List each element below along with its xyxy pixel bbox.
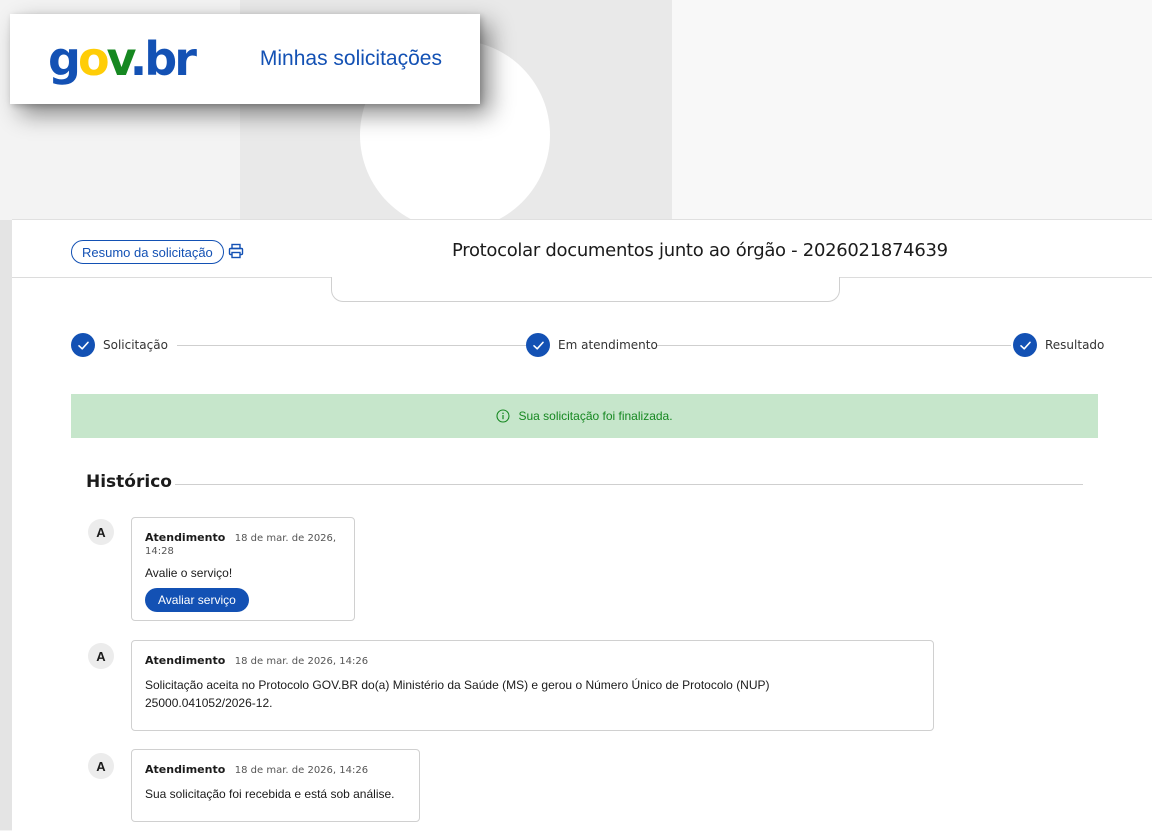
avatar: A xyxy=(88,643,114,669)
check-icon xyxy=(1013,333,1037,357)
history-divider xyxy=(175,484,1083,485)
request-topbar: Resumo da solicitação Protocolar documen… xyxy=(12,220,1152,278)
progress-stepper: Solicitação Em atendimento Resultado xyxy=(71,333,1104,359)
info-icon xyxy=(496,409,511,423)
main-content: Resumo da solicitação Protocolar documen… xyxy=(12,219,1152,831)
success-alert: Sua solicitação foi finalizada. xyxy=(71,394,1098,438)
event-header: Atendimento 18 de mar. de 2026, 14:26 xyxy=(145,763,406,776)
history-event: Atendimento 18 de mar. de 2026, 14:26 So… xyxy=(131,640,934,731)
step-label: Solicitação xyxy=(103,338,168,352)
summary-button[interactable]: Resumo da solicitação xyxy=(71,240,224,264)
gov-br-logo[interactable]: gov.br xyxy=(48,36,197,82)
event-text: Solicitação aceita no Protocolo GOV.BR d… xyxy=(145,678,770,710)
event-timestamp: 18 de mar. de 2026, 14:26 xyxy=(234,656,369,667)
step-resultado: Resultado xyxy=(1013,333,1104,357)
avatar: A xyxy=(88,519,114,545)
event-type: Atendimento xyxy=(145,763,226,776)
history-event: Atendimento 18 de mar. de 2026, 14:28 Av… xyxy=(131,517,355,621)
printer-icon[interactable] xyxy=(228,243,244,259)
event-type: Atendimento xyxy=(145,531,226,544)
step-connector xyxy=(177,345,526,346)
alert-text: Sua solicitação foi finalizada. xyxy=(518,409,673,423)
collapse-tab[interactable] xyxy=(331,277,840,302)
step-solicitacao: Solicitação xyxy=(71,333,168,357)
history-event: Atendimento 18 de mar. de 2026, 14:26 Su… xyxy=(131,749,420,822)
header-card: gov.br Minhas solicitações xyxy=(10,14,480,104)
event-timestamp: 18 de mar. de 2026, 14:26 xyxy=(234,765,369,776)
check-icon xyxy=(71,333,95,357)
background-left-band xyxy=(0,220,12,830)
step-label: Em atendimento xyxy=(558,338,658,352)
step-em-atendimento: Em atendimento xyxy=(526,333,658,357)
event-header: Atendimento 18 de mar. de 2026, 14:26 xyxy=(145,654,920,667)
check-icon xyxy=(526,333,550,357)
avatar: A xyxy=(88,753,114,779)
header-title: Minhas solicitações xyxy=(259,47,442,70)
event-header: Atendimento 18 de mar. de 2026, 14:28 xyxy=(145,531,341,557)
step-connector xyxy=(656,345,1011,346)
event-text: Sua solicitação foi recebida e está sob … xyxy=(145,787,395,801)
step-label: Resultado xyxy=(1045,338,1105,352)
background-right xyxy=(672,0,1152,220)
rate-service-button[interactable]: Avaliar serviço xyxy=(145,588,249,612)
event-type: Atendimento xyxy=(145,654,226,667)
event-text: Avalie o serviço! xyxy=(145,566,233,580)
history-title: Histórico xyxy=(86,472,172,492)
page-title: Protocolar documentos junto ao órgão - 2… xyxy=(452,240,948,261)
